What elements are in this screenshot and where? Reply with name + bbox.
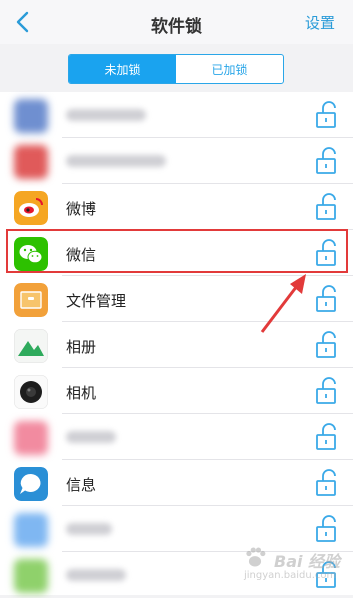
watermark-url: jingyan.baidu.com <box>244 570 337 581</box>
app-label: 信息 <box>66 476 97 494</box>
unlocked-padlock-icon[interactable] <box>312 376 342 406</box>
messages-icon <box>14 467 48 501</box>
app-row[interactable] <box>0 414 353 460</box>
blurred-app-icon <box>14 145 48 179</box>
app-label: 微博 <box>66 200 97 218</box>
unlocked-padlock-icon[interactable] <box>312 146 342 176</box>
page-title: 软件锁 <box>151 17 202 37</box>
blurred-app-label <box>66 155 166 167</box>
app-label: 文件管理 <box>66 292 127 310</box>
blurred-app-icon <box>14 421 48 455</box>
lock-status-segmented-control: 未加锁 已加锁 <box>68 54 284 84</box>
blurred-app-label <box>66 523 112 535</box>
blurred-app-icon <box>14 99 48 133</box>
unlocked-padlock-icon[interactable] <box>312 284 342 314</box>
app-row-weibo[interactable]: 微博 <box>0 184 353 230</box>
paw-logo-icon <box>246 547 266 567</box>
tab-unlocked[interactable]: 未加锁 <box>69 55 176 83</box>
app-row[interactable] <box>0 138 353 184</box>
app-label: 相册 <box>66 338 97 356</box>
app-row-messages[interactable]: 信息 <box>0 460 353 506</box>
app-row-camera[interactable]: 相机 <box>0 368 353 414</box>
blurred-app-label <box>66 569 126 581</box>
annotation-arrow-icon <box>260 274 306 333</box>
blurred-app-icon <box>14 513 48 547</box>
unlocked-padlock-icon[interactable] <box>312 468 342 498</box>
blurred-app-label <box>66 109 146 121</box>
unlocked-padlock-icon[interactable] <box>312 192 342 222</box>
app-list: 微博 微信 文件管理 相册 相机 信息 <box>0 92 353 595</box>
app-row[interactable] <box>0 92 353 138</box>
blurred-app-label <box>66 431 116 443</box>
camera-icon <box>14 375 48 409</box>
tab-locked[interactable]: 已加锁 <box>176 55 283 83</box>
unlocked-padlock-icon[interactable] <box>312 422 342 452</box>
blurred-app-icon <box>14 559 48 593</box>
app-label: 相机 <box>66 384 97 402</box>
photos-icon <box>14 329 48 363</box>
unlocked-padlock-icon[interactable] <box>312 100 342 130</box>
settings-button[interactable]: 设置 <box>305 12 335 33</box>
weibo-icon <box>14 191 48 225</box>
annotation-highlight-box <box>6 229 348 273</box>
folder-icon <box>14 283 48 317</box>
watermark-text: Bai 经验 <box>274 552 341 571</box>
unlocked-padlock-icon[interactable] <box>312 330 342 360</box>
baidu-watermark: Bai 经验 jingyan.baidu.com <box>236 540 346 590</box>
app-header: 软件锁 设置 <box>0 0 353 44</box>
